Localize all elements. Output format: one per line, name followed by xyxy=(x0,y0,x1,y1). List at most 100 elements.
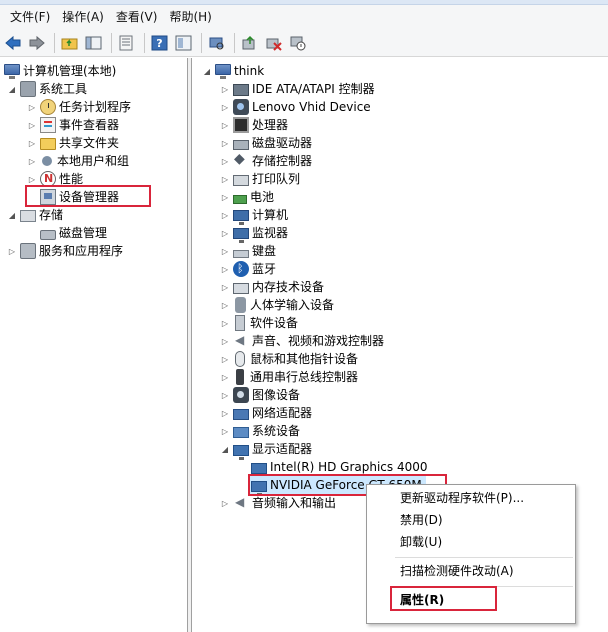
expanded-arrow-icon[interactable]: ◢ xyxy=(6,206,18,224)
tree-item-local-users[interactable]: ▷ 本地用户和组 xyxy=(26,152,129,170)
device-category-print-queues[interactable]: ▷ 打印队列 xyxy=(219,170,300,188)
computer-icon xyxy=(233,210,249,225)
tree-item-services[interactable]: ▷ 服务和应用程序 xyxy=(6,242,123,260)
collapsed-arrow-icon[interactable]: ▷ xyxy=(219,314,231,332)
collapsed-arrow-icon[interactable]: ▷ xyxy=(219,494,231,512)
collapsed-arrow-icon[interactable]: ▷ xyxy=(219,242,231,260)
device-category-label: 图像设备 xyxy=(252,388,301,402)
collapsed-arrow-icon[interactable]: ▷ xyxy=(219,368,231,386)
device-tree-root[interactable]: ◢ think xyxy=(201,62,264,80)
menu-update-driver[interactable]: 更新驱动程序软件(P)... xyxy=(367,487,575,509)
help-icon[interactable]: ? xyxy=(149,32,171,54)
device-category-imaging[interactable]: ▷ 图像设备 xyxy=(219,386,300,404)
tree-item-label: 磁盘管理 xyxy=(59,226,108,240)
collapsed-arrow-icon[interactable]: ▷ xyxy=(219,80,231,98)
expanded-arrow-icon[interactable]: ◢ xyxy=(6,80,18,98)
expanded-arrow-icon[interactable]: ◢ xyxy=(219,440,231,458)
collapsed-arrow-icon[interactable]: ▷ xyxy=(219,386,231,404)
menu-bar: 文件(F) 操作(A) 查看(V) 帮助(H) xyxy=(0,5,608,29)
collapsed-arrow-icon[interactable]: ▷ xyxy=(219,296,231,314)
device-root-label: think xyxy=(234,64,265,78)
show-hide-tree-icon[interactable] xyxy=(83,32,105,54)
menu-file[interactable]: 文件(F) xyxy=(4,6,56,28)
collapsed-arrow-icon[interactable]: ▷ xyxy=(219,350,231,368)
users-icon xyxy=(42,156,52,166)
collapsed-arrow-icon[interactable]: ▷ xyxy=(219,224,231,242)
collapsed-arrow-icon[interactable]: ▷ xyxy=(219,404,231,422)
forward-icon[interactable] xyxy=(26,32,48,54)
up-folder-icon[interactable] xyxy=(59,32,81,54)
collapsed-arrow-icon[interactable]: ▷ xyxy=(219,134,231,152)
memory-technology-icon xyxy=(233,283,249,294)
tree-item-disk-management[interactable]: 磁盘管理 xyxy=(38,224,107,242)
tree-item-event-viewer[interactable]: ▷ 事件查看器 xyxy=(26,116,119,134)
menu-action[interactable]: 操作(A) xyxy=(56,6,110,28)
menu-uninstall[interactable]: 卸载(U) xyxy=(367,531,575,553)
tree-item-system-tools[interactable]: ◢ 系统工具 xyxy=(6,80,87,98)
device-category-usb[interactable]: ▷ 通用串行总线控制器 xyxy=(219,368,358,386)
expanded-arrow-icon[interactable]: ◢ xyxy=(201,62,213,80)
tree-item-task-scheduler[interactable]: ▷ 任务计划程序 xyxy=(26,98,131,116)
collapsed-arrow-icon[interactable]: ▷ xyxy=(219,116,231,134)
device-category-display-adapters[interactable]: ◢ 显示适配器 xyxy=(219,440,312,460)
device-category-sound[interactable]: ▷ 声音、视频和游戏控制器 xyxy=(219,332,384,350)
collapsed-arrow-icon[interactable]: ▷ xyxy=(26,98,38,116)
network-adapter-icon xyxy=(233,408,249,420)
device-category-label: 键盘 xyxy=(252,244,277,258)
device-category-system[interactable]: ▷ 系统设备 xyxy=(219,422,300,440)
device-category-battery[interactable]: ▷ 电池 xyxy=(219,188,274,206)
collapsed-arrow-icon[interactable]: ▷ xyxy=(219,278,231,296)
collapsed-arrow-icon[interactable]: ▷ xyxy=(219,422,231,440)
device-category-computer[interactable]: ▷ 计算机 xyxy=(219,206,288,225)
device-category-memory-tech[interactable]: ▷ 内存技术设备 xyxy=(219,278,324,296)
collapsed-arrow-icon[interactable]: ▷ xyxy=(219,152,231,170)
storage-icon xyxy=(20,210,36,222)
device-category-mice[interactable]: ▷ 鼠标和其他指针设备 xyxy=(219,350,358,368)
device-category-label: 声音、视频和游戏控制器 xyxy=(252,334,385,348)
collapsed-arrow-icon[interactable]: ▷ xyxy=(219,170,231,188)
menu-scan-hardware[interactable]: 扫描检测硬件改动(A) xyxy=(367,560,575,582)
export-list-icon[interactable] xyxy=(116,32,138,54)
collapsed-arrow-icon[interactable]: ▷ xyxy=(219,332,231,350)
device-category-network[interactable]: ▷ 网络适配器 xyxy=(219,404,312,422)
collapsed-arrow-icon[interactable]: ▷ xyxy=(6,242,18,260)
collapsed-arrow-icon[interactable]: ▷ xyxy=(26,116,38,134)
menu-disable[interactable]: 禁用(D) xyxy=(367,509,575,531)
device-category-audio-io[interactable]: ▷ 音频输入和输出 xyxy=(219,494,336,512)
collapsed-arrow-icon[interactable]: ▷ xyxy=(219,206,231,224)
disable-icon[interactable] xyxy=(287,32,309,54)
tree-item-shared-folders[interactable]: ▷ 共享文件夹 xyxy=(26,134,119,152)
uninstall-icon[interactable] xyxy=(263,32,285,54)
device-category-label: 人体学输入设备 xyxy=(250,298,335,312)
menu-help[interactable]: 帮助(H) xyxy=(163,6,217,28)
device-category-hid[interactable]: ▷ 人体学输入设备 xyxy=(219,296,334,314)
collapsed-arrow-icon[interactable]: ▷ xyxy=(219,188,231,206)
collapsed-arrow-icon[interactable]: ▷ xyxy=(26,152,38,170)
tree-item-storage[interactable]: ◢ 存储 xyxy=(6,206,63,224)
device-category-processor[interactable]: ▷ 处理器 xyxy=(219,116,288,134)
device-category-keyboards[interactable]: ▷ 键盘 xyxy=(219,242,276,260)
collapsed-arrow-icon[interactable]: ▷ xyxy=(26,134,38,152)
device-category-disk-drives[interactable]: ▷ 磁盘驱动器 xyxy=(219,134,312,152)
collapsed-arrow-icon[interactable]: ▷ xyxy=(219,98,231,116)
scan-hardware-icon[interactable] xyxy=(206,32,228,54)
printer-icon xyxy=(233,175,249,186)
menu-view[interactable]: 查看(V) xyxy=(110,6,164,28)
collapsed-arrow-icon[interactable]: ▷ xyxy=(219,260,231,278)
disk-icon xyxy=(40,230,56,240)
device-category-storage-controllers[interactable]: ▷ 存储控制器 xyxy=(219,151,312,170)
update-driver-icon[interactable] xyxy=(239,32,261,54)
device-category-software[interactable]: ▷ 软件设备 xyxy=(219,314,298,332)
tree-item-computer-management[interactable]: 计算机管理(本地) xyxy=(2,62,116,80)
device-category-ide[interactable]: ▷ IDE ATA/ATAPI 控制器 xyxy=(219,80,375,98)
device-category-bluetooth[interactable]: ▷ 蓝牙 xyxy=(219,260,276,278)
tree-item-label: 存储 xyxy=(39,208,64,222)
usb-icon xyxy=(236,369,244,385)
back-icon[interactable] xyxy=(2,32,24,54)
pane-splitter[interactable] xyxy=(188,58,192,632)
speaker-icon xyxy=(233,333,249,349)
device-category-lenovo-vhid[interactable]: ▷ Lenovo Vhid Device xyxy=(219,98,371,116)
properties-icon[interactable] xyxy=(173,32,195,54)
device-category-monitors[interactable]: ▷ 监视器 xyxy=(219,224,288,243)
software-device-icon xyxy=(235,315,245,331)
